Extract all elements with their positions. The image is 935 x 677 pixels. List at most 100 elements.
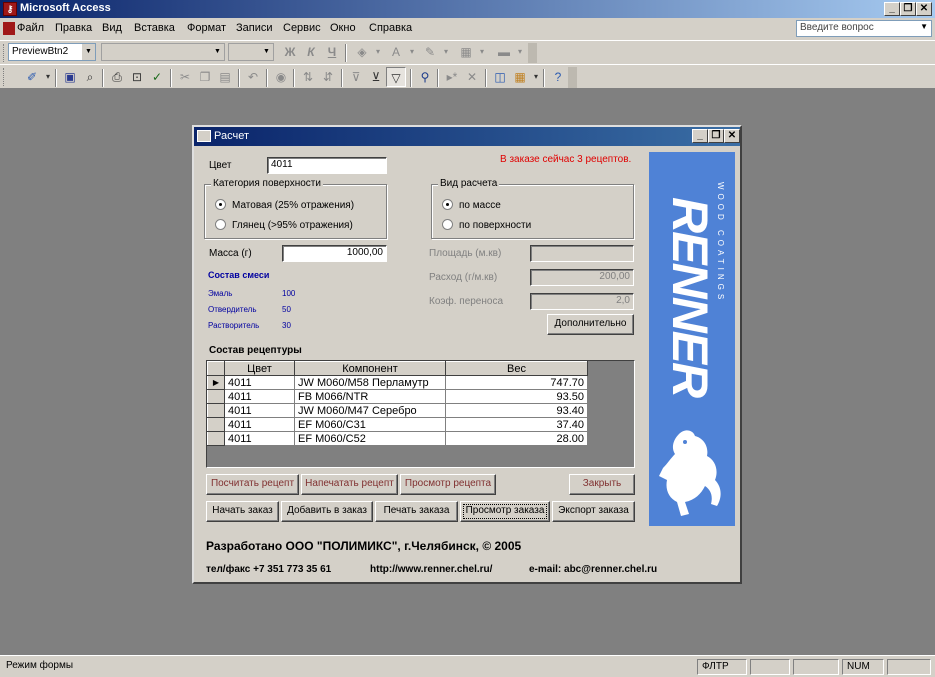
form-restore-button[interactable]: ❐ <box>708 129 724 143</box>
table-row[interactable]: 4011 EF M060/C52 28.00 <box>207 431 588 446</box>
column-header-component[interactable]: Компонент <box>294 361 446 376</box>
cell-component[interactable]: EF M060/C31 <box>294 417 446 432</box>
cell-color[interactable]: 4011 <box>224 417 295 432</box>
calc-recipe-button[interactable]: Посчитать рецепт <box>206 474 299 495</box>
preview-order-button[interactable]: Просмотр заказа <box>460 501 550 522</box>
table-row[interactable]: 4011 FB M066/NTR 93.50 <box>207 389 588 404</box>
menu-tools[interactable]: Сервис <box>283 22 321 34</box>
menu-records[interactable]: Записи <box>236 22 273 34</box>
row-selector[interactable] <box>207 403 225 418</box>
cell-component[interactable]: JW M060/M58 Перламутр <box>294 375 446 390</box>
radio-gloss[interactable]: Глянец (>95% отражения) <box>215 219 353 231</box>
toolbar-grip[interactable] <box>3 68 6 86</box>
ask-question-input[interactable]: Введите вопрос ▼ <box>796 20 932 37</box>
new-record-icon[interactable]: ▸* <box>442 67 462 87</box>
menu-format[interactable]: Формат <box>187 22 226 34</box>
apply-filter-icon[interactable]: ▽ <box>386 67 406 87</box>
cell-weight[interactable]: 747.70 <box>445 375 588 390</box>
restore-button[interactable]: ❐ <box>900 2 916 16</box>
recipe-grid[interactable]: Цвет Компонент Вес ▶ 4011 JW M060/M58 Пе… <box>206 360 635 468</box>
cell-color[interactable]: 4011 <box>224 431 295 446</box>
cell-weight[interactable]: 37.40 <box>445 417 588 432</box>
export-order-button[interactable]: Экспорт заказа <box>552 501 635 522</box>
find-icon[interactable]: ⚲ <box>415 67 435 87</box>
cell-color[interactable]: 4011 <box>224 389 295 404</box>
current-record-icon[interactable]: ▶ <box>207 375 225 390</box>
preview-recipe-button[interactable]: Просмотр рецепта <box>400 474 496 495</box>
file-search-icon[interactable]: ⌕ <box>80 67 100 87</box>
area-input[interactable] <box>530 245 634 262</box>
form-close-button[interactable]: ✕ <box>724 129 740 143</box>
cut-icon[interactable]: ✂ <box>175 67 195 87</box>
help-icon[interactable]: ? <box>548 67 568 87</box>
add-to-order-button[interactable]: Добавить в заказ <box>281 501 373 522</box>
cell-weight[interactable]: 28.00 <box>445 431 588 446</box>
copy-icon[interactable]: ❐ <box>195 67 215 87</box>
start-order-button[interactable]: Начать заказ <box>206 501 279 522</box>
cell-component[interactable]: EF M060/C52 <box>294 431 446 446</box>
menu-edit[interactable]: Правка <box>55 22 92 34</box>
transfer-input[interactable]: 2,0 <box>530 293 634 310</box>
mass-input[interactable]: 1000,00 <box>282 245 387 262</box>
radio-by-surface[interactable]: по поверхности <box>442 219 531 231</box>
font-size-combo[interactable]: ▼ <box>228 43 274 61</box>
table-row[interactable]: 4011 JW M060/M47 Серебро 93.40 <box>207 403 588 418</box>
cell-color[interactable]: 4011 <box>224 375 295 390</box>
table-row[interactable]: ▶ 4011 JW M060/M58 Перламутр 747.70 <box>207 375 588 390</box>
row-selector[interactable] <box>207 417 225 432</box>
column-header-weight[interactable]: Вес <box>445 361 588 376</box>
cell-component[interactable]: FB M066/NTR <box>294 389 446 404</box>
column-header-color[interactable]: Цвет <box>224 361 295 376</box>
object-combo[interactable]: PreviewBtn2 ▼ <box>8 43 96 61</box>
row-selector[interactable] <box>207 389 225 404</box>
database-window-icon[interactable]: ◫ <box>490 67 510 87</box>
print-order-button[interactable]: Печать заказа <box>375 501 458 522</box>
radio-by-mass[interactable]: по массе <box>442 199 501 211</box>
filter-by-selection-icon[interactable]: ⊽ <box>346 67 366 87</box>
chevron-down-icon[interactable]: ▾ <box>402 42 422 62</box>
cell-component[interactable]: JW M060/M47 Серебро <box>294 403 446 418</box>
email-link[interactable]: e-mail: abc@renner.chel.ru <box>529 564 657 575</box>
color-input[interactable]: 4011 <box>267 157 387 174</box>
close-form-button[interactable]: Закрыть <box>569 474 635 495</box>
menu-view[interactable]: Вид <box>102 22 122 34</box>
chevron-down-icon[interactable]: ▾ <box>472 42 492 62</box>
print-recipe-button[interactable]: Напечатать рецепт <box>301 474 398 495</box>
menu-file[interactable]: Файл <box>17 22 44 34</box>
minimize-button[interactable]: _ <box>884 2 900 16</box>
table-row[interactable]: 4011 EF M060/C31 37.40 <box>207 417 588 432</box>
italic-button[interactable]: К <box>301 42 321 62</box>
bold-button[interactable]: Ж <box>280 42 300 62</box>
website-link[interactable]: http://www.renner.chel.ru/ <box>370 564 492 575</box>
delete-record-icon[interactable]: ✕ <box>462 67 482 87</box>
menu-help[interactable]: Справка <box>369 22 412 34</box>
print-icon[interactable]: ⎙ <box>107 67 127 87</box>
cell-weight[interactable]: 93.40 <box>445 403 588 418</box>
sort-descending-icon[interactable]: ⇵ <box>318 67 338 87</box>
toolbar-grip[interactable] <box>3 44 6 62</box>
paste-icon[interactable]: ▤ <box>215 67 235 87</box>
close-button[interactable]: ✕ <box>916 2 932 16</box>
form-minimize-button[interactable]: _ <box>692 129 708 143</box>
cell-weight[interactable]: 93.50 <box>445 389 588 404</box>
underline-button[interactable]: Ч <box>322 42 342 62</box>
menu-window[interactable]: Окно <box>330 22 356 34</box>
hyperlink-icon[interactable]: ◉ <box>271 67 291 87</box>
font-combo[interactable]: ▼ <box>101 43 225 61</box>
toolbar-options-icon[interactable] <box>568 67 577 88</box>
sort-ascending-icon[interactable]: ⇅ <box>298 67 318 87</box>
cell-color[interactable]: 4011 <box>224 403 295 418</box>
radio-matte[interactable]: Матовая (25% отражения) <box>215 199 354 211</box>
menu-insert[interactable]: Вставка <box>134 22 175 34</box>
chevron-down-icon[interactable]: ▾ <box>436 42 456 62</box>
filter-by-form-icon[interactable]: ⊻ <box>366 67 386 87</box>
save-icon[interactable]: ▣ <box>60 67 80 87</box>
row-selector[interactable] <box>207 431 225 446</box>
more-button[interactable]: Дополнительно <box>547 314 634 335</box>
rate-input[interactable]: 200,00 <box>530 269 634 286</box>
spelling-icon[interactable]: ✓ <box>147 67 167 87</box>
chevron-down-icon[interactable]: ▾ <box>368 42 388 62</box>
print-preview-icon[interactable]: ⊡ <box>127 67 147 87</box>
undo-icon[interactable]: ↶ <box>243 67 263 87</box>
toolbar-options-icon[interactable] <box>528 43 537 63</box>
